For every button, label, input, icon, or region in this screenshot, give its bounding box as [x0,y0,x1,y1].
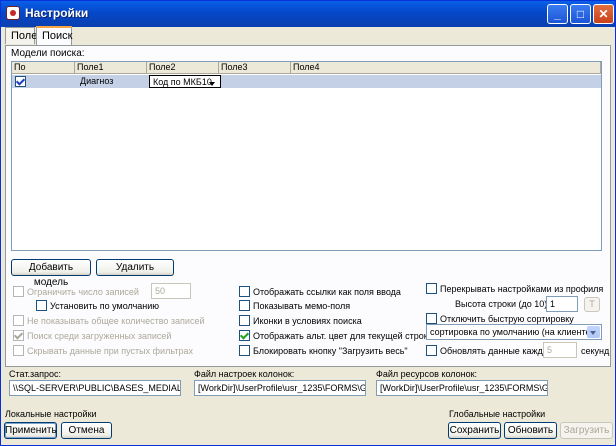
icons-search-checkbox[interactable]: Иконки в условиях поиска [239,315,419,327]
limit-records-checkbox[interactable]: Ограничить число записей [13,286,153,298]
row-height-input[interactable]: 1 [546,296,578,312]
hide-empty-check[interactable] [13,345,24,356]
icons-search-label: Иконки в условиях поиска [253,316,362,326]
limit-records-input[interactable]: 50 [151,283,191,299]
icons-search-check[interactable] [239,315,250,326]
sort-mode-select[interactable]: сортировка по умолчанию (на клиенте) [426,324,602,340]
override-profile-label: Перекрывать настройками из профиля [440,284,604,294]
maximize-button[interactable]: □ [570,4,591,24]
font-icon: T [589,299,595,309]
column-resources-label: Файл ресурсов колонок: [376,369,478,379]
delete-button[interactable]: Удалить [96,259,174,276]
hide-total-checkbox[interactable]: Не показывать общее количество записей [13,315,205,327]
hide-empty-label: Скрывать данные при пустых фильтрах [27,346,193,356]
set-default-label: Установить по умолчанию [50,301,160,311]
refresh-interval-input[interactable]: 5 [543,342,577,358]
refresh-button[interactable]: Обновить [504,422,557,439]
refresh-every-label: Обновлять данные каждые: [440,346,557,356]
column-header-default[interactable]: По умолчанию [12,62,75,83]
column-header-field1[interactable]: Поле1 [75,62,147,74]
column-resources-input[interactable]: [WorkDir]\UserProfile\usr_1235\FORMS\Gri… [376,380,548,396]
block-load-all-check[interactable] [239,345,250,356]
column-header-field3[interactable]: Поле3 [219,62,291,74]
field2-select[interactable]: Код по МКБ10 [149,75,221,88]
sort-mode-value: сортировка по умолчанию (на клиенте) [430,327,594,337]
save-button[interactable]: Сохранить [448,422,501,439]
column-settings-input[interactable]: [WorkDir]\UserProfile\usr_1235\FORMS\Gri… [194,380,366,396]
close-button[interactable]: ✕ [593,4,614,24]
search-loaded-label: Поиск среди загруженных записей [27,331,172,341]
column-header-field2[interactable]: Поле2 [147,62,219,74]
alt-color-check[interactable] [239,330,250,341]
minimize-icon: _ [554,7,561,21]
block-load-all-checkbox[interactable]: Блокировать кнопку "Загрузить весь" [239,345,419,357]
stat-query-label: Стат.запрос: [9,369,61,379]
minimize-button[interactable]: _ [547,4,568,24]
tab-search[interactable]: Поиск [36,26,72,45]
block-load-all-label: Блокировать кнопку "Загрузить весь" [253,346,408,356]
row-height-label: Высота строки (до 10): [455,299,550,309]
cancel-button[interactable]: Отмена [61,422,112,439]
column-header-field4[interactable]: Поле4 [291,62,601,74]
alt-color-label: Отображать альт. цвет для текущей строки [253,331,433,341]
default-model-checkbox[interactable] [15,76,26,87]
global-settings-label: Глобальные настройки [449,409,546,419]
hide-total-check[interactable] [13,315,24,326]
chevron-down-icon[interactable] [587,326,600,338]
seconds-label: секунд [581,346,610,356]
table-row[interactable]: Диагноз Код по МКБ10 [12,75,601,88]
stat-query-input[interactable]: \\SQL-SERVER\PUBLIC\BASES_MEDIALOG\BASES… [9,380,181,396]
maximize-icon: □ [576,7,585,21]
override-profile-checkbox[interactable]: Перекрывать настройками из профиля [426,283,606,295]
set-default-checkbox[interactable]: Установить по умолчанию [36,300,176,312]
search-loaded-checkbox[interactable]: Поиск среди загруженных записей [13,330,173,342]
local-settings-label: Локальные настройки [5,409,97,419]
apply-button[interactable]: Применить [4,422,57,439]
set-default-check[interactable] [36,300,47,311]
show-memo-label: Показывать мемо-поля [253,301,351,311]
app-icon [6,6,20,20]
chevron-down-icon[interactable] [206,77,219,86]
font-button[interactable]: T [584,297,600,312]
show-links-label: Отображать ссылки как поля ввода [253,287,401,297]
show-links-check[interactable] [239,286,250,297]
search-models-grid[interactable]: По умолчанию Поле1 Поле2 Поле3 Поле4 Диа… [11,61,602,251]
hide-total-label: Не показывать общее количество записей [27,316,205,326]
title-bar[interactable]: Настройки _ □ ✕ [1,1,615,27]
search-models-label: Модели поиска: [11,48,85,59]
show-memo-check[interactable] [239,300,250,311]
close-icon: ✕ [598,7,609,21]
limit-records-check[interactable] [13,286,24,297]
disable-sort-check[interactable] [426,313,437,324]
search-settings-panel: Модели поиска: По умолчанию Поле1 Поле2 … [5,45,611,367]
alt-color-checkbox[interactable]: Отображать альт. цвет для текущей строки [239,330,433,342]
show-memo-checkbox[interactable]: Показывать мемо-поля [239,300,419,312]
limit-records-label: Ограничить число записей [27,287,139,297]
settings-window: Настройки _ □ ✕ Поле Поиск Модели поиска… [0,0,616,446]
tab-field[interactable]: Поле [5,27,37,44]
override-profile-check[interactable] [426,283,437,294]
search-loaded-check[interactable] [13,330,24,341]
window-title: Настройки [25,6,89,20]
show-links-checkbox[interactable]: Отображать ссылки как поля ввода [239,286,419,298]
add-model-button[interactable]: Добавить модель [11,259,91,288]
load-button[interactable]: Загрузить [560,422,613,439]
column-settings-label: Файл настроек колонок: [194,369,295,379]
hide-empty-checkbox[interactable]: Скрывать данные при пустых фильтрах [13,345,193,357]
refresh-every-checkbox[interactable]: Обновлять данные каждые: [426,345,557,357]
field1-cell[interactable]: Диагноз [80,75,113,88]
field2-select-value: Код по МКБ10 [153,77,212,87]
refresh-every-check[interactable] [426,345,437,356]
